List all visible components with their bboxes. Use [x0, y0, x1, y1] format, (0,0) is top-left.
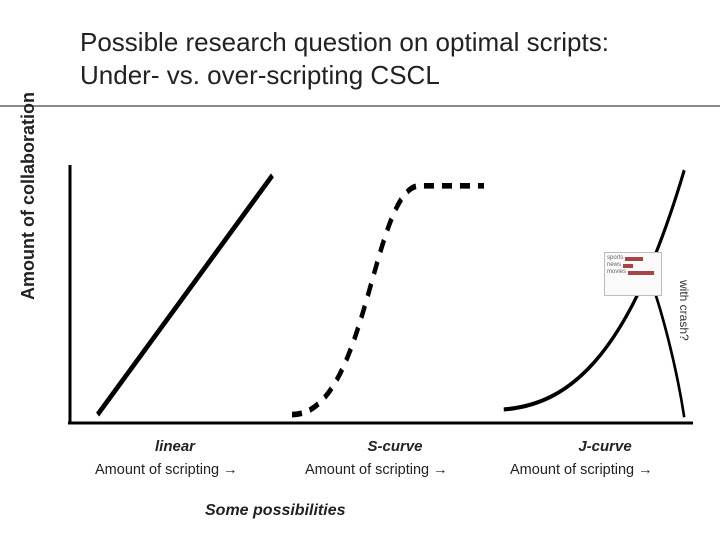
slide-title: Possible research question on optimal sc…: [0, 18, 720, 107]
xlabel-jcurve: Amount of scripting →: [510, 462, 653, 478]
thumbnail-image: sports news movies: [604, 252, 662, 296]
y-axis-label: Amount of collaboration: [18, 92, 39, 300]
plot-area: [68, 165, 693, 425]
footer-caption: Some possibilities: [205, 502, 345, 520]
curve-s: [288, 165, 488, 425]
curve-linear: [90, 165, 280, 425]
panel-scurve: [288, 165, 488, 425]
panel-linear: [90, 165, 280, 425]
label-linear: linear: [125, 438, 225, 455]
xlabel-scurve: Amount of scripting →: [305, 462, 448, 478]
label-jcurve: J-curve: [545, 438, 665, 455]
xlabel-linear: Amount of scripting →: [95, 462, 238, 478]
crash-annotation: with crash?: [677, 280, 691, 341]
label-scurve: S-curve: [335, 438, 455, 455]
